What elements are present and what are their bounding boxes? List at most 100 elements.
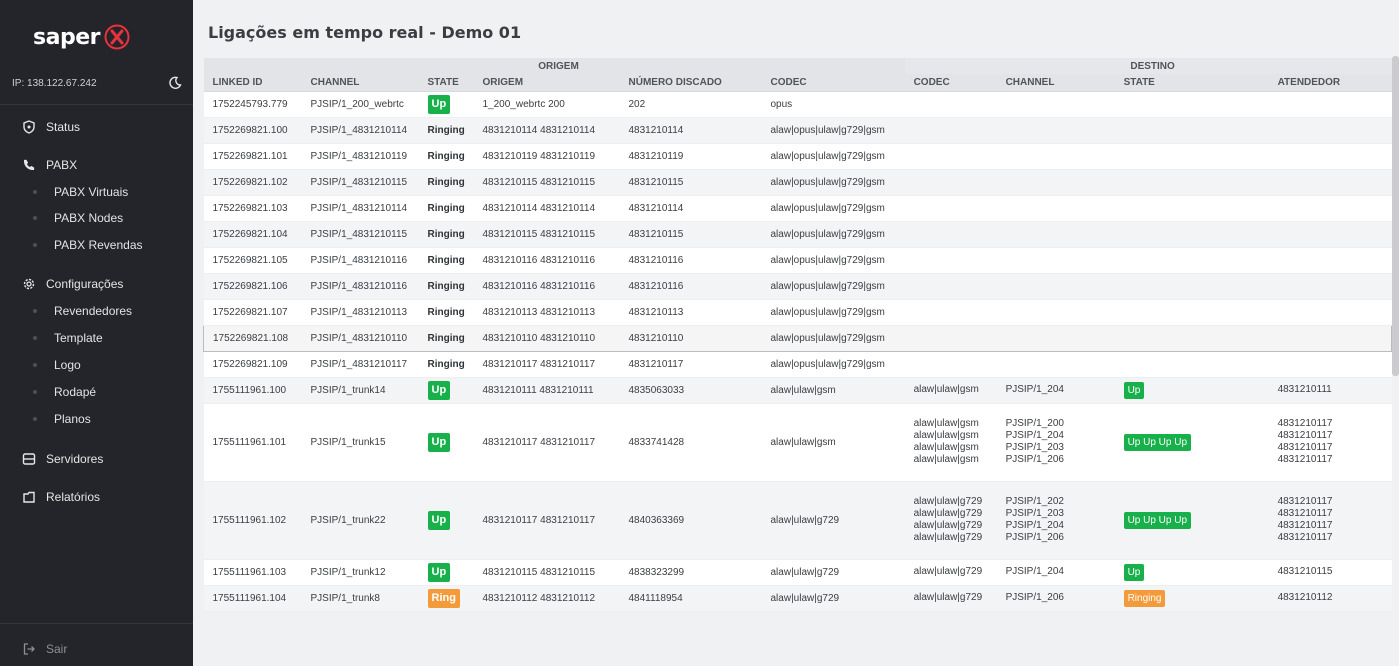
table-row[interactable]: 1752269821.103 PJSIP/1_4831210114 Ringing 4… [203,195,1392,222]
sidebar-divider [0,104,193,105]
origem-cell: 4831210115 4831210115 [473,169,620,196]
channel-cell: PJSIP/1_4831210115 [301,221,419,248]
dest-state-badge: Up [1123,381,1145,399]
sidebar-item-pabx-nodes[interactable]: PABX Nodes [0,206,193,230]
logout-button[interactable]: Sair [0,637,193,661]
atendedor-cell [1268,117,1392,144]
column-header[interactable]: STATE [1114,74,1269,92]
sidebar-item-servidores[interactable]: Servidores [0,447,193,471]
bullet-icon [33,363,37,367]
ip-address: IP: 138.122.67.242 [12,77,97,89]
dest-channel-cell: PJSIP/1_204 [996,559,1115,586]
sidebar: saper IP: 138.122.67.242 Status PABX PAB… [0,0,193,666]
channel-cell: PJSIP/1_trunk15 [301,403,419,482]
sidebar-item-status[interactable]: Status [0,115,193,139]
column-header[interactable]: CHANNEL [996,74,1115,92]
report-icon [23,491,35,503]
atendedor-cell-line: 4831210117 [1277,508,1333,519]
scrollbar[interactable] [1392,56,1399,376]
table-row[interactable]: 1752245793.779 PJSIP/1_200_webrtc Up 1_200_… [203,91,1392,118]
origem-cell: 4831210110 4831210110 [473,324,620,352]
table-row[interactable]: 1752269821.109 PJSIP/1_4831210117 Ringing 4… [203,351,1392,378]
sidebar-item-pabx-virtuais[interactable]: PABX Virtuais [0,180,193,204]
sidebar-item-label: Relatórios [46,490,101,504]
dark-mode-moon-icon[interactable] [168,76,182,90]
dest-codec-cell [904,247,997,274]
linked-id-cell: 1752269821.103 [203,195,302,222]
table-row[interactable]: 1755111961.100 PJSIP/1_trunk14 Up 483121011… [203,377,1392,404]
sidebar-item-label: Status [46,120,81,134]
shield-icon [23,120,35,134]
sidebar-item-label: Rodapé [54,385,97,399]
codec-cell: alaw|opus|ulaw|g729|gsm [761,221,905,248]
sidebar-item-template[interactable]: Template [0,326,193,350]
origem-cell: 4831210116 4831210116 [473,273,620,300]
column-header[interactable]: NÚMERO DISCADO [619,74,762,92]
sidebar-item-pabx-revendas[interactable]: PABX Revendas [0,233,193,257]
table-row[interactable]: 1755111961.104 PJSIP/1_trunk8 Ring 48312101… [203,585,1392,612]
dest-codec-cell [904,299,997,326]
sidebar-item-logo[interactable]: Logo [0,353,193,377]
codec-cell: alaw|opus|ulaw|g729|gsm [761,247,905,274]
dest-codec-cell: alaw|ulaw|g729 [904,559,997,586]
table-row[interactable]: 1752269821.106 PJSIP/1_4831210116 Ringing 4… [203,273,1392,300]
codec-cell: alaw|ulaw|gsm [761,377,905,404]
dest-channel-cell-line: PJSIP/1_203 [1005,442,1064,453]
table-row[interactable]: 1752269821.101 PJSIP/1_4831210119 Ringing 4… [203,143,1392,170]
dest-channel-cell [996,247,1115,274]
table-row[interactable]: 1752269821.104 PJSIP/1_4831210115 Ringing 4… [203,221,1392,248]
dest-channel-cell: PJSIP/1_204 [996,377,1115,404]
dest-codec-cell-line: alaw|ulaw|gsm [913,418,979,429]
bullet-icon [33,336,37,340]
logo-text: saper [33,24,100,50]
sidebar-item-planos[interactable]: Planos [0,407,193,431]
table-body: 1752245793.779 PJSIP/1_200_webrtc Up 1_200_… [203,91,1393,612]
table-row[interactable]: 1755111961.102 PJSIP/1_trunk22 Up 483121011… [203,481,1392,560]
bullet-icon [33,243,37,247]
dest-channel-cell [996,169,1115,196]
phone-icon [23,159,35,171]
table-row[interactable]: 1752269821.102 PJSIP/1_4831210115 Ringing 4… [203,169,1392,196]
sidebar-item-relatorios[interactable]: Relatórios [0,485,193,509]
column-header[interactable]: ATENDEDOR [1268,74,1392,92]
sidebar-item-configuracoes[interactable]: Configurações [0,272,193,296]
table-row[interactable]: 1752269821.105 PJSIP/1_4831210116 Ringing 4… [203,247,1392,274]
table-row[interactable]: 1752269821.107 PJSIP/1_4831210113 Ringing 4… [203,299,1392,326]
dest-channel-cell-line: PJSIP/1_200 [1005,418,1064,429]
origem-cell: 4831210117 4831210117 [473,351,620,378]
column-header[interactable]: STATE [418,74,474,92]
channel-cell: PJSIP/1_4831210115 [301,169,419,196]
column-header[interactable]: CODEC [761,74,905,92]
origem-cell: 4831210119 4831210119 [473,143,620,170]
dest-codec-cell-line: alaw|ulaw|g729 [913,532,983,543]
logo[interactable]: saper [33,22,131,52]
sidebar-item-pabx[interactable]: PABX [0,153,193,177]
codec-cell: alaw|opus|ulaw|g729|gsm [761,273,905,300]
dest-codec-cell-line: alaw|ulaw|gsm [913,430,979,441]
linked-id-cell: 1755111961.101 [203,403,302,482]
dest-codec-cell [904,324,997,352]
dest-state-cell [1114,117,1269,144]
atendedor-cell-line: 4831210117 [1277,532,1333,543]
codec-cell: alaw|ulaw|g729 [761,481,905,560]
channel-cell: PJSIP/1_4831210114 [301,195,419,222]
table-row[interactable]: 1752269821.108 PJSIP/1_4831210110 Ringing 4… [203,324,1393,352]
channel-cell: PJSIP/1_trunk22 [301,481,419,560]
sidebar-item-rodape[interactable]: Rodapé [0,380,193,404]
numero-discado-cell: 4835063033 [619,377,762,404]
sidebar-item-revendedores[interactable]: Revendedores [0,299,193,323]
table-row[interactable]: 1752269821.100 PJSIP/1_4831210114 Ringing 4… [203,117,1392,144]
column-header[interactable]: LINKED ID [203,74,302,92]
dest-state-cell [1114,299,1269,326]
column-header[interactable]: ORIGEM [473,74,620,92]
state-cell: Ringing [418,169,474,196]
channel-cell: PJSIP/1_4831210113 [301,299,419,326]
linked-id-cell: 1752245793.779 [203,91,302,118]
column-header[interactable]: CODEC [904,74,997,92]
column-header[interactable]: CHANNEL [301,74,419,92]
table-row[interactable]: 1755111961.103 PJSIP/1_trunk12 Up 483121011… [203,559,1392,586]
table-row[interactable]: 1755111961.101 PJSIP/1_trunk15 Up 483121011… [203,403,1392,482]
codec-cell: alaw|opus|ulaw|g729|gsm [761,143,905,170]
state-badge: Ring [427,588,460,608]
atendedor-cell [1268,195,1392,222]
